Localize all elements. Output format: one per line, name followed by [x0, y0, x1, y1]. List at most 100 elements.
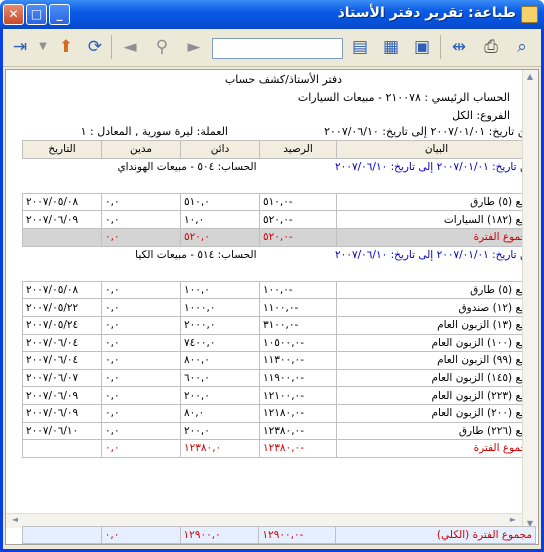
table-row[interactable]: ٢٠٠٧/٠٦/٠٩ ٠,٠ ١٠,٠ ٥٢٠,٠- مبيع (١٨٢) ال…: [22, 210, 537, 229]
printer-icon[interactable]: ⎙: [478, 34, 504, 60]
cell-description: مبيع (١٠٠) الزبون العام: [336, 333, 537, 353]
table-row[interactable]: ٢٠٠٧/٠٥/٢٤ ٠,٠ ٢٠٠٠,٠ ٣١٠٠,٠- مبيع (١٣) …: [22, 315, 537, 335]
search-input[interactable]: [212, 38, 343, 59]
total-debit: ٠,٠: [101, 227, 181, 247]
title-bar[interactable]: طباعة: تقرير دفتر الأستاذ ✕ □ _: [0, 0, 544, 29]
currency: العملة: ليرة سورية , المعادل : ١: [80, 125, 228, 138]
refresh-icon[interactable]: ⟳: [82, 34, 108, 60]
cell-credit: ٥١٠,٠: [180, 192, 260, 212]
cell-debit: ٠,٠: [101, 368, 181, 388]
cell-credit: ٨٠,٠: [180, 403, 260, 423]
scroll-right-icon[interactable]: ►: [506, 515, 520, 524]
cell-credit: ٨٠٠,٠: [180, 351, 260, 370]
main-account: الحساب الرئيسي : ٢١٠٠٧٨ - مبيعات السيارا…: [297, 91, 510, 104]
cell-credit: ٢٠٠,٠: [180, 421, 260, 441]
cell-credit: ٢٠٠,٠: [180, 386, 260, 405]
table-row[interactable]: ٢٠٠٧/٠٦/٠٤ ٠,٠ ٧٤٠٠,٠ ١٠٥٠٠,٠- مبيع (١٠٠…: [22, 333, 537, 353]
cell-credit: ١٠,٠: [180, 210, 260, 229]
total-debit: ٠,٠: [101, 439, 181, 458]
grand-total-credit: ١٢٩٠٠,٠: [179, 526, 260, 544]
find-previous-icon[interactable]: ◄: [117, 34, 143, 60]
column-header-debit: مدين: [101, 140, 181, 159]
print-settings-icon[interactable]: ▦: [378, 34, 404, 60]
grand-total-bar: ٠,٠ ١٢٩٠٠,٠ ١٢٩٠٠,٠- مجموع الفترة (الكلي…: [22, 526, 536, 544]
toolbar-separator: [440, 35, 441, 59]
cell-credit: ٦٠٠,٠: [180, 368, 260, 388]
period-total-row: ٠,٠ ٥٢٠,٠ ٥٢٠,٠- مجموع الفترة: [22, 227, 537, 247]
cell-description: مبيع (١٢) صندوق: [336, 298, 537, 317]
total-balance: ٥٢٠,٠-: [259, 227, 337, 247]
cell-credit: ٢٠٠٠,٠: [180, 315, 260, 335]
account-range: من تاريخ: ٢٠٠٧/٠١/٠١ إلى تاريخ: ٢٠٠٧/٠٦/…: [335, 249, 534, 262]
table-row[interactable]: ٢٠٠٧/٠٦/٠٩ ٠,٠ ٨٠,٠ ١٢١٨٠,٠- مبيع (٢٠٠) …: [22, 403, 537, 423]
find-next-icon[interactable]: ►: [181, 34, 207, 60]
cell-debit: ٠,٠: [101, 333, 181, 353]
cell-credit: ١٠٠٠,٠: [180, 298, 260, 317]
two-pages-icon[interactable]: ⇹: [446, 34, 472, 60]
cell-date: ٢٠٠٧/٠٥/٢٤: [22, 315, 102, 335]
cell-balance: ٣١٠٠,٠-: [259, 315, 337, 335]
app-icon: [521, 6, 538, 23]
close-button[interactable]: ✕: [3, 4, 24, 25]
cell-date: ٢٠٠٧/٠٦/١٠: [22, 421, 102, 441]
print-window: طباعة: تقرير دفتر الأستاذ ✕ □ _ ⇥ ▼ ⬆ ⟳ …: [0, 0, 544, 552]
scroll-left-icon[interactable]: ◄: [8, 515, 22, 524]
cell-date: [22, 439, 102, 458]
table-row[interactable]: ٢٠٠٧/٠٦/٠٩ ٠,٠ ٢٠٠,٠ ١٢١٠٠,٠- مبيع (٢٢٣)…: [22, 386, 537, 405]
scroll-up-icon[interactable]: ▲: [523, 72, 537, 81]
zoom-icon[interactable]: ⌕: [509, 34, 535, 60]
exit-icon[interactable]: ⇥: [7, 34, 33, 60]
vertical-scrollbar[interactable]: ▲ ▼: [522, 70, 538, 530]
cell-debit: ٠,٠: [101, 315, 181, 335]
table-row[interactable]: ٢٠٠٧/٠٥/٢٢ ٠,٠ ١٠٠٠,٠ ١١٠٠,٠- مبيع (١٢) …: [22, 298, 537, 317]
cell-balance: ١٢١٠٠,٠-: [259, 386, 337, 405]
table-row[interactable]: ٢٠٠٧/٠٦/٠٤ ٠,٠ ٨٠٠,٠ ١١٣٠٠,٠- مبيع (٩٩) …: [22, 351, 537, 370]
table-row[interactable]: ٢٠٠٧/٠٦/٠٧ ٠,٠ ٦٠٠,٠ ١١٩٠٠,٠- مبيع (١٤٥)…: [22, 368, 537, 388]
cell-balance: ١١٣٠٠,٠-: [259, 351, 337, 370]
table-row[interactable]: ٢٠٠٧/٠٦/١٠ ٠,٠ ٢٠٠,٠ ١٢٣٨٠,٠- مبيع (٢٢٦)…: [22, 421, 537, 441]
page-setup-icon[interactable]: ▤: [347, 34, 373, 60]
cell-balance: ١١٩٠٠,٠-: [259, 368, 337, 388]
find-icon[interactable]: ⚲: [149, 34, 175, 60]
account-label: الحساب: ٥٠٤ - مبيعات الهونداي: [117, 161, 257, 174]
grand-total-balance: ١٢٩٠٠,٠-: [258, 526, 337, 544]
total-balance: ١٢٣٨٠,٠-: [259, 439, 337, 458]
window-title: طباعة: تقرير دفتر الأستاذ: [337, 5, 516, 21]
cell-debit: ٠,٠: [101, 403, 181, 423]
table-row[interactable]: ٢٠٠٧/٠٥/٠٨ ٠,٠ ٥١٠,٠ ٥١٠,٠- مبيع (٥) طار…: [22, 192, 537, 212]
cell-balance: ١٠٥٠٠,٠-: [259, 333, 337, 353]
cell-description: مبيع (٥) طارق: [336, 192, 537, 212]
cell-date: [22, 526, 102, 544]
cell-debit: ٠,٠: [101, 421, 181, 441]
dropdown-arrow-icon[interactable]: ▼: [36, 34, 50, 60]
account-header: الحساب: ٥٠٤ - مبيعات الهونداي من تاريخ: …: [23, 158, 537, 176]
total-credit: ٥٢٠,٠: [180, 227, 260, 247]
cell-date: ٢٠٠٧/٠٥/٠٨: [22, 192, 102, 212]
account-label: الحساب: ٥١٤ - مبيعات الكيا: [135, 249, 257, 262]
cell-debit: ٠,٠: [101, 192, 181, 212]
cell-description: مبيع (٩٩) الزبون العام: [336, 351, 537, 370]
maximize-button[interactable]: □: [26, 4, 47, 25]
table-row[interactable]: ٢٠٠٧/٠٥/٠٨ ٠,٠ ١٠٠,٠ ١٠٠,٠- مبيع (٥) طار…: [22, 280, 537, 300]
cell-date: ٢٠٠٧/٠٦/٠٤: [22, 351, 102, 370]
cell-description: مبيع (١٨٢) السيارات: [336, 210, 537, 229]
cell-date: ٢٠٠٧/٠٦/٠٩: [22, 403, 102, 423]
export-icon[interactable]: ⬆: [53, 34, 79, 60]
total-label: مجموع الفترة: [336, 227, 537, 247]
grand-total-label: مجموع الفترة (الكلي): [335, 526, 536, 544]
print-preview-icon[interactable]: ▣: [409, 34, 435, 60]
cell-date: ٢٠٠٧/٠٦/٠٤: [22, 333, 102, 353]
cell-balance: ٥١٠,٠-: [259, 192, 337, 212]
cell-description: مبيع (٥) طارق: [336, 280, 537, 300]
date-range: من تاريخ: ٢٠٠٧/٠١/٠١ إلى تاريخ: ٢٠٠٧/٠٦/…: [324, 125, 532, 138]
period-total-row: ٠,٠ ١٢٣٨٠,٠ ١٢٣٨٠,٠- مجموع الفترة: [22, 439, 537, 458]
cell-debit: ٠,٠: [101, 386, 181, 405]
cell-date: ٢٠٠٧/٠٥/٠٨: [22, 280, 102, 300]
cell-balance: ١١٠٠,٠-: [259, 298, 337, 317]
minimize-button[interactable]: _: [49, 4, 70, 25]
ledger-table: التاريخ مدين دائن الرصيد البيان الحساب: …: [22, 140, 537, 458]
table-header: التاريخ مدين دائن الرصيد البيان: [22, 140, 537, 159]
grand-total-debit: ٠,٠: [100, 526, 181, 544]
report-viewer: دفتر الأستاذ/كشف حساب الحساب الرئيسي : ٢…: [5, 69, 539, 545]
toolbar: ⇥ ▼ ⬆ ⟳ ◄ ⚲ ► ▤ ▦ ▣ ⇹ ⎙ ⌕: [3, 29, 541, 67]
